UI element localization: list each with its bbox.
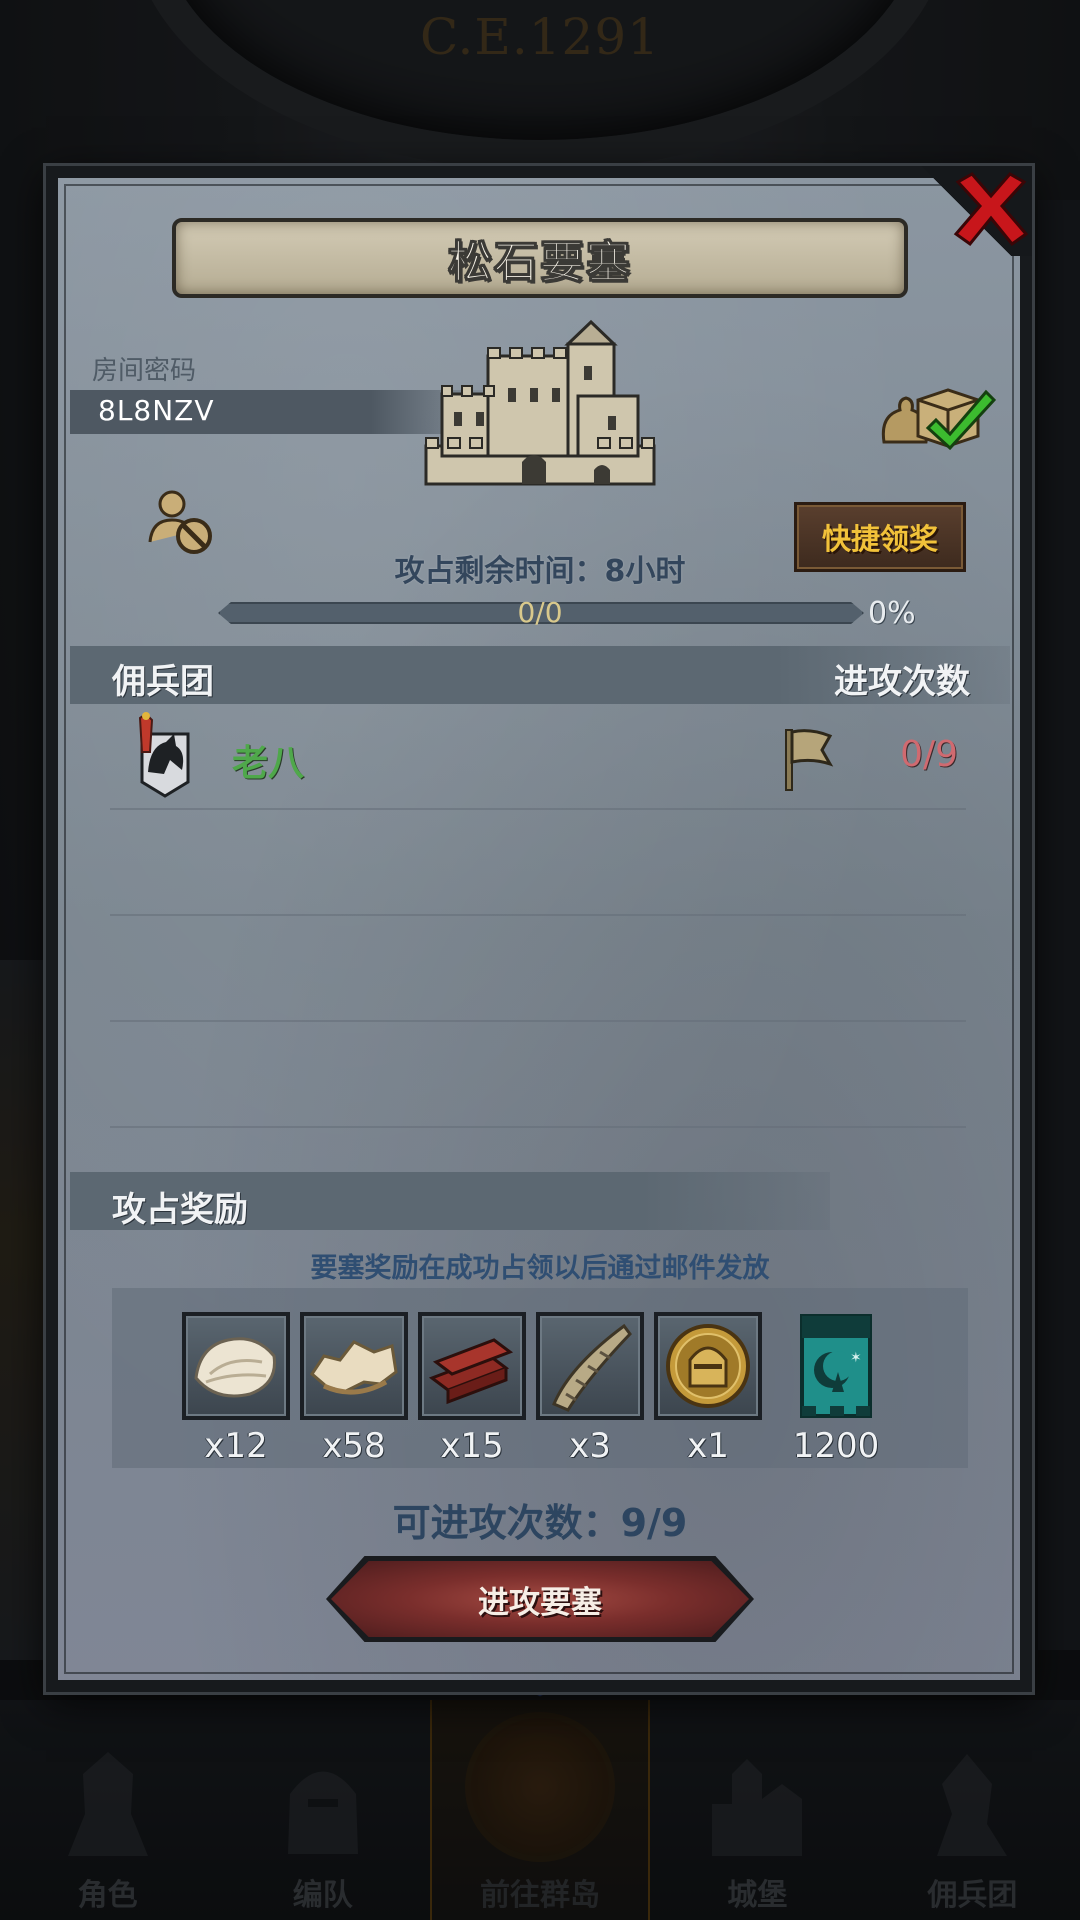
row-divider [110,1020,966,1022]
dialog-title: 松石要塞 [448,237,632,289]
loot-claimed-icon[interactable] [878,376,996,450]
attack-fortress-button[interactable]: 进攻要塞 [326,1556,754,1642]
reward-qty: x1 [687,1426,729,1466]
close-icon[interactable] [950,168,1032,250]
reward-item[interactable]: x12 [182,1312,290,1466]
flag-icon [785,729,834,791]
title-banner: 松石要塞 [172,218,908,298]
room-code[interactable]: 8L8NZV [98,394,215,427]
reward-qty: 1200 [792,1426,880,1466]
attack-fortress-label: 进攻要塞 [478,1584,602,1621]
reward-item[interactable]: x3 [536,1312,644,1466]
row-divider [110,808,966,810]
horn-icon[interactable] [536,1312,644,1420]
available-attempts: 可进攻次数：9/9 [392,1501,688,1545]
reward-item[interactable]: x15 [418,1312,526,1466]
knight-helmet-coin-icon[interactable] [654,1312,762,1420]
guild-wolf-badge-icon [138,712,190,798]
guild-banner-icon[interactable]: ✶ [782,1312,890,1420]
mercenary-attack-count: 0/9 [900,734,958,775]
attack-count-header: 进攻次数 [834,662,970,702]
capture-timer: 攻占剩余时间：8小时 [394,554,686,589]
capture-progress-label: 0/0 [517,596,563,629]
reward-item[interactable]: ✶ 1200 [782,1312,890,1466]
timber-icon[interactable] [418,1312,526,1420]
mercenary-row[interactable]: 老八 0/9 [110,712,970,804]
reward-note: 要塞奖励在成功占领以后通过邮件发放 [310,1253,770,1284]
fur-pelt-icon[interactable] [300,1312,408,1420]
room-password-label: 房间密码 [92,356,197,386]
mercenary-name: 老八 [232,743,305,784]
mercenary-header: 佣兵团 [112,662,214,702]
castle-icon [424,319,656,486]
svg-text:✶: ✶ [850,1350,862,1366]
reward-item[interactable]: x1 [654,1312,762,1466]
reward-header: 攻占奖励 [112,1190,248,1230]
reward-item[interactable]: x58 [300,1312,408,1466]
capture-progress-percent: 0% [868,596,916,631]
row-divider [110,1126,966,1128]
attack-fortress-button-face: 进攻要塞 [331,1561,749,1637]
fleece-icon[interactable] [182,1312,290,1420]
row-divider [110,914,966,916]
